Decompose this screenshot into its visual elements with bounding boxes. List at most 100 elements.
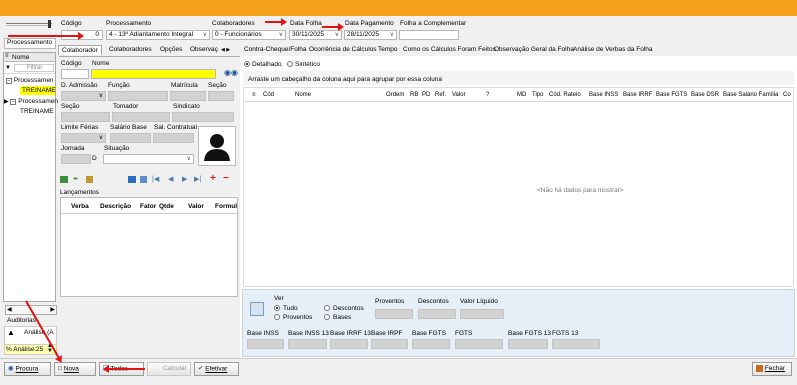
splitter-handle[interactable]: [6, 23, 52, 26]
tab-como-calculos[interactable]: Como os Cálculos Foram Feitos: [400, 45, 499, 54]
calcular-label: Calcular: [163, 365, 187, 372]
excel-icon[interactable]: [60, 176, 68, 183]
salario-base-input[interactable]: [110, 133, 151, 143]
matricula-input[interactable]: [170, 91, 206, 101]
secao-input[interactable]: [208, 91, 234, 101]
col-base-irrf[interactable]: Base IRRF: [623, 92, 652, 98]
radio-ver-tudo[interactable]: [274, 305, 280, 311]
col-md[interactable]: MD: [517, 92, 526, 98]
col-descricao[interactable]: Descrição: [100, 203, 131, 210]
col-qtde[interactable]: Qtde: [159, 203, 174, 210]
nome-column-header[interactable]: Nome: [12, 54, 29, 61]
grid-options-icon[interactable]: ≡: [252, 92, 256, 98]
col-co[interactable]: Co: [783, 92, 791, 98]
col-cod-rateio[interactable]: Cód. Rateio: [549, 92, 581, 98]
sal-contratual-input[interactable]: [153, 133, 194, 143]
codigo-colab-input[interactable]: [61, 69, 89, 79]
col-ordem[interactable]: Ordem: [386, 92, 404, 98]
col-nome[interactable]: Nome: [295, 92, 311, 98]
col-base-fgts[interactable]: Base FGTS: [656, 92, 687, 98]
col-question[interactable]: ?: [486, 92, 489, 98]
filter-icon[interactable]: ▼: [5, 65, 11, 71]
col-base-dsr[interactable]: Base DSR: [691, 92, 719, 98]
group2-item[interactable]: TREINAME: [20, 108, 54, 115]
collapse-icon[interactable]: −: [6, 78, 12, 84]
folha-complementar-input[interactable]: [399, 30, 459, 40]
annotation-arrow-codigo: [8, 32, 84, 40]
sindicato-input[interactable]: [172, 112, 234, 122]
col-ref[interactable]: Ref.: [435, 92, 446, 98]
tab-tempo[interactable]: Tempo: [375, 45, 401, 54]
collapse-icon[interactable]: −: [10, 99, 17, 105]
calendar-icon[interactable]: [128, 176, 136, 183]
fechar-button[interactable]: Fechar: [752, 362, 792, 376]
col-rb[interactable]: RB: [410, 92, 418, 98]
page-icon[interactable]: [140, 176, 147, 183]
nome-colab-input[interactable]: [91, 69, 216, 79]
tab-colaboradores[interactable]: Colaboradores: [106, 45, 155, 54]
tab-scroll-icon[interactable]: ◀ ▶: [221, 47, 230, 53]
tab-opcoes[interactable]: Opções: [157, 45, 185, 54]
group1-item[interactable]: TREINAME: [20, 86, 56, 95]
left-filter-input[interactable]: Filtrar: [14, 64, 54, 72]
tab-observacoes[interactable]: Observaç: [187, 45, 219, 54]
col-valor[interactable]: Valor: [188, 203, 204, 210]
nova-button[interactable]: □ Nova: [54, 362, 96, 376]
add-icon[interactable]: +: [210, 173, 216, 184]
tab-contra-cheque[interactable]: Contra-Cheque/Folha: [241, 45, 310, 54]
scroll-right-icon[interactable]: ▶: [50, 306, 55, 313]
col-cod[interactable]: Cód: [263, 92, 274, 98]
secao2-input[interactable]: [61, 112, 110, 122]
next-record-icon[interactable]: ▶: [182, 175, 187, 183]
col-fator[interactable]: Fator: [140, 203, 156, 210]
radio-ver-bases[interactable]: [324, 314, 330, 320]
tomador-input[interactable]: [112, 112, 170, 122]
radio-ver-descontos[interactable]: [324, 305, 330, 311]
tab-colaborador[interactable]: Colaborador: [58, 45, 102, 55]
col-valor[interactable]: Valor: [452, 92, 466, 98]
radio-ver-proventos[interactable]: [274, 314, 280, 320]
binoculars-icon[interactable]: ◉◉: [224, 68, 238, 77]
processamento-select[interactable]: 4 - 13º Adiantamento Integral: [106, 30, 210, 40]
splitter-knob[interactable]: [48, 20, 51, 28]
first-record-icon[interactable]: |◀: [152, 175, 159, 183]
search-doc-icon[interactable]: [250, 302, 264, 316]
radio-detalhado[interactable]: [244, 61, 250, 67]
colaboradores-select[interactable]: 0 - Funcionários: [212, 30, 286, 40]
clipboard-icon[interactable]: [86, 176, 93, 183]
edit-icon[interactable]: ✒: [73, 175, 79, 183]
col-tipo[interactable]: Tipo: [532, 92, 543, 98]
efetivar-button[interactable]: ✔ Efetivar: [194, 362, 239, 376]
prev-record-icon[interactable]: ◀: [168, 175, 173, 183]
calcular-button[interactable]: Calcular: [147, 362, 191, 376]
col-base-salario-familia[interactable]: Base Salário Família: [723, 92, 778, 98]
last-record-icon[interactable]: ▶|: [194, 175, 201, 183]
tab-observacao-geral[interactable]: Observação Geral da Folha: [491, 45, 577, 54]
limite-ferias-input[interactable]: ∨: [61, 133, 106, 143]
group2-label: Processamen: [18, 98, 58, 105]
admissao-input[interactable]: ∨: [61, 91, 106, 101]
col-base-inss[interactable]: Base INSS: [589, 92, 618, 98]
radio-sintetico[interactable]: [287, 61, 293, 67]
grid-options-icon[interactable]: ≡: [5, 53, 9, 59]
situacao-select[interactable]: [103, 154, 194, 164]
group2-row[interactable]: ▶ − Processamen: [4, 98, 58, 105]
col-formula[interactable]: Formul: [215, 203, 237, 210]
analise-item[interactable]: Análise (A: [24, 329, 54, 336]
group1-row[interactable]: − Processamen: [6, 77, 54, 84]
col-pd[interactable]: PD: [422, 92, 430, 98]
tab-ocorrencia-calculos[interactable]: Ocorrência de Cálculos: [306, 45, 380, 54]
analise-pct-value[interactable]: 25: [36, 346, 43, 353]
jornada-input[interactable]: [61, 154, 91, 164]
funcao-input[interactable]: [108, 91, 168, 101]
contracheque-grid[interactable]: [243, 87, 794, 287]
scroll-left-icon[interactable]: ◀: [7, 306, 12, 313]
photo-box[interactable]: [198, 126, 236, 166]
procura-button[interactable]: ◉ Procura: [4, 362, 51, 376]
data-pagamento-input[interactable]: 28/11/2025: [344, 30, 397, 40]
tab-analise-verbas[interactable]: Análise de Verbas da Folha: [570, 45, 656, 54]
data-folha-input[interactable]: 30/11/2025: [289, 30, 342, 40]
remove-icon[interactable]: −: [223, 173, 229, 184]
processamento-tab[interactable]: Processamento: [4, 38, 56, 49]
col-verba[interactable]: Verba: [71, 203, 89, 210]
